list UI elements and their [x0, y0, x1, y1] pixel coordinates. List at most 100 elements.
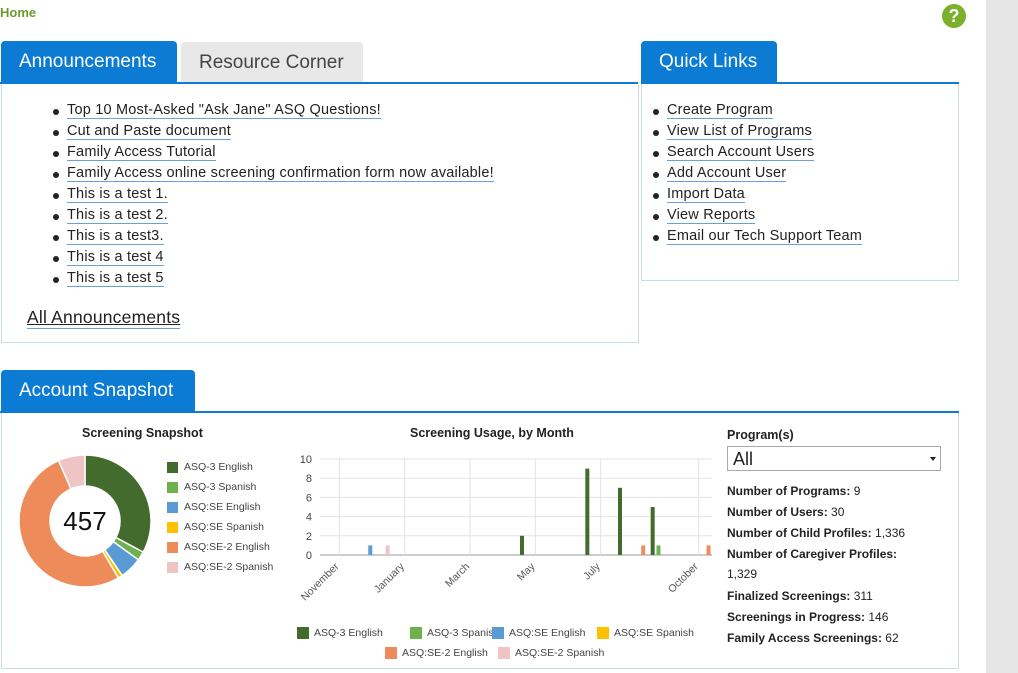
bar[interactable] — [650, 507, 655, 555]
pie-legend-item: ASQ:SE-2 Spanish — [167, 557, 273, 577]
home-link[interactable]: Home — [0, 5, 36, 20]
announcement-item-link[interactable]: This is a test 4 — [67, 249, 164, 266]
stat-value: 311 — [850, 589, 873, 603]
stat-label: Screenings in Progress: — [727, 610, 866, 624]
legend-swatch — [385, 647, 397, 659]
announcement-item: This is a test 2. — [53, 207, 494, 228]
announcement-item-link[interactable]: This is a test3. — [67, 228, 164, 245]
bar-legend: ASQ-3 English ASQ-3 Spanish ASQ:SE English… — [297, 627, 717, 663]
announcement-item-link[interactable]: This is a test 2. — [67, 207, 168, 224]
quick-link-item-link[interactable]: Import Data — [667, 186, 745, 203]
question-mark-icon[interactable]: ? — [942, 4, 966, 28]
announcement-item: This is a test 5 — [53, 270, 494, 291]
bar-legend-item[interactable]: ASQ:SE Spanish — [597, 627, 694, 639]
announcement-item-link[interactable]: Family Access Tutorial — [67, 144, 216, 161]
bar-legend-item[interactable]: ASQ-3 English — [297, 627, 383, 639]
pie-slice[interactable] — [84, 454, 152, 554]
bar-legend-item[interactable]: ASQ-3 Spanish — [410, 627, 499, 639]
program-select-value: All — [733, 449, 754, 469]
screening-snapshot-donut: 457 — [18, 454, 152, 588]
bar[interactable] — [641, 545, 646, 555]
bar[interactable] — [520, 535, 524, 555]
bar[interactable] — [585, 468, 590, 555]
stat-value: 146 — [865, 610, 889, 624]
tab-announcements[interactable]: Announcements — [1, 41, 177, 82]
legend-swatch — [167, 561, 178, 573]
stat-row: Number of Users: 30 — [727, 505, 957, 519]
bar[interactable] — [706, 545, 711, 555]
bar[interactable] — [656, 545, 661, 555]
tab-resource-corner[interactable]: Resource Corner — [181, 42, 363, 82]
announcement-item-link[interactable]: This is a test 5 — [67, 270, 164, 287]
pie-chart-title: Screening Snapshot — [82, 426, 203, 440]
x-tick-label: March — [443, 561, 472, 590]
legend-swatch — [492, 627, 504, 639]
quick-link-item-link[interactable]: Add Account User — [667, 165, 787, 182]
pie-legend-label: ASQ:SE English — [184, 501, 261, 513]
tab-quick-links[interactable]: Quick Links — [641, 41, 777, 82]
tab-account-snapshot[interactable]: Account Snapshot — [1, 370, 195, 411]
announcement-item: This is a test 4 — [53, 249, 494, 270]
bar-legend-item[interactable]: ASQ:SE English — [492, 627, 585, 639]
bar[interactable] — [618, 487, 622, 555]
all-announcements-link[interactable]: All Announcements — [27, 307, 181, 329]
quick-link-item-link[interactable]: View List of Programs — [667, 123, 812, 140]
bar[interactable] — [385, 545, 390, 555]
bar-legend-item[interactable]: ASQ:SE-2 English — [385, 647, 488, 659]
bar-chart-title: Screening Usage, by Month — [410, 426, 574, 440]
y-tick-label: 10 — [300, 454, 312, 466]
quick-link-item: View List of Programs — [653, 123, 862, 144]
y-tick-label: 4 — [306, 512, 312, 524]
legend-swatch — [297, 627, 309, 639]
bar-legend-label: ASQ-3 Spanish — [427, 627, 500, 639]
quick-link-item-link[interactable]: View Reports — [667, 207, 756, 224]
stat-value: 9 — [850, 484, 861, 498]
quick-link-item-link[interactable]: Create Program — [667, 102, 773, 119]
pie-legend-item: ASQ-3 Spanish — [167, 477, 273, 497]
stat-value: 62 — [881, 631, 899, 645]
stat-row: Number of Caregiver Profiles: 1,329 — [727, 547, 957, 581]
announcement-item: Family Access online screening confirmat… — [53, 165, 494, 186]
announcement-item: This is a test3. — [53, 228, 494, 249]
program-select[interactable]: All — [727, 446, 941, 471]
bar-legend-label: ASQ:SE-2 Spanish — [515, 647, 605, 659]
stat-row: Number of Programs: 9 — [727, 484, 957, 498]
y-tick-label: 2 — [306, 531, 312, 543]
bar-legend-item[interactable]: ASQ:SE-2 Spanish — [498, 647, 604, 659]
bar[interactable] — [368, 545, 373, 555]
program-label: Program(s) — [727, 428, 794, 442]
announcement-item-link[interactable]: Family Access online screening confirmat… — [67, 165, 494, 182]
quick-link-item-link[interactable]: Search Account Users — [667, 144, 815, 161]
pie-legend-item: ASQ:SE Spanish — [167, 517, 273, 537]
pie-legend-label: ASQ:SE-2 English — [184, 541, 270, 553]
x-tick-label: July — [581, 560, 603, 582]
chevron-down-icon — [930, 457, 936, 461]
snapshot-tabbar: Account Snapshot — [0, 370, 959, 413]
announcement-item-link[interactable]: Top 10 Most-Asked "Ask Jane" ASQ Questio… — [67, 102, 381, 119]
screening-usage-bar-chart: 0 2 4 6 8 10 November January March May July Octobe… — [299, 454, 712, 603]
stat-value: 1,336 — [871, 526, 906, 540]
announcements-list: Top 10 Most-Asked "Ask Jane" ASQ Questio… — [53, 102, 494, 291]
pie-legend-label: ASQ:SE Spanish — [184, 521, 264, 533]
stat-value: 1,329 — [727, 567, 758, 581]
quick-link-item: Email our Tech Support Team — [653, 228, 863, 249]
right-gutter — [986, 0, 1018, 673]
legend-swatch — [167, 481, 178, 493]
legend-swatch — [410, 627, 422, 639]
stat-row: Finalized Screenings: 311 — [727, 589, 957, 603]
legend-swatch — [597, 627, 609, 639]
quick-link-item-link[interactable]: Email our Tech Support Team — [667, 228, 863, 245]
legend-swatch — [167, 461, 178, 473]
bar-legend-label: ASQ:SE-2 English — [402, 647, 488, 659]
stat-label: Number of Caregiver Profiles: — [727, 547, 898, 561]
legend-swatch — [167, 541, 178, 553]
x-tick-label: November — [299, 560, 342, 603]
announcement-item-link[interactable]: Cut and Paste document — [67, 123, 231, 140]
x-tick-label: May — [515, 560, 538, 583]
x-tick-label: January — [372, 560, 407, 595]
x-tick-label: October — [666, 560, 701, 595]
pie-legend-item: ASQ:SE English — [167, 497, 273, 517]
announcement-item: Top 10 Most-Asked "Ask Jane" ASQ Questio… — [53, 102, 494, 123]
announcement-item-link[interactable]: This is a test 1. — [67, 186, 168, 203]
announcements-tabbar: Announcements Resource Corner — [0, 41, 638, 84]
